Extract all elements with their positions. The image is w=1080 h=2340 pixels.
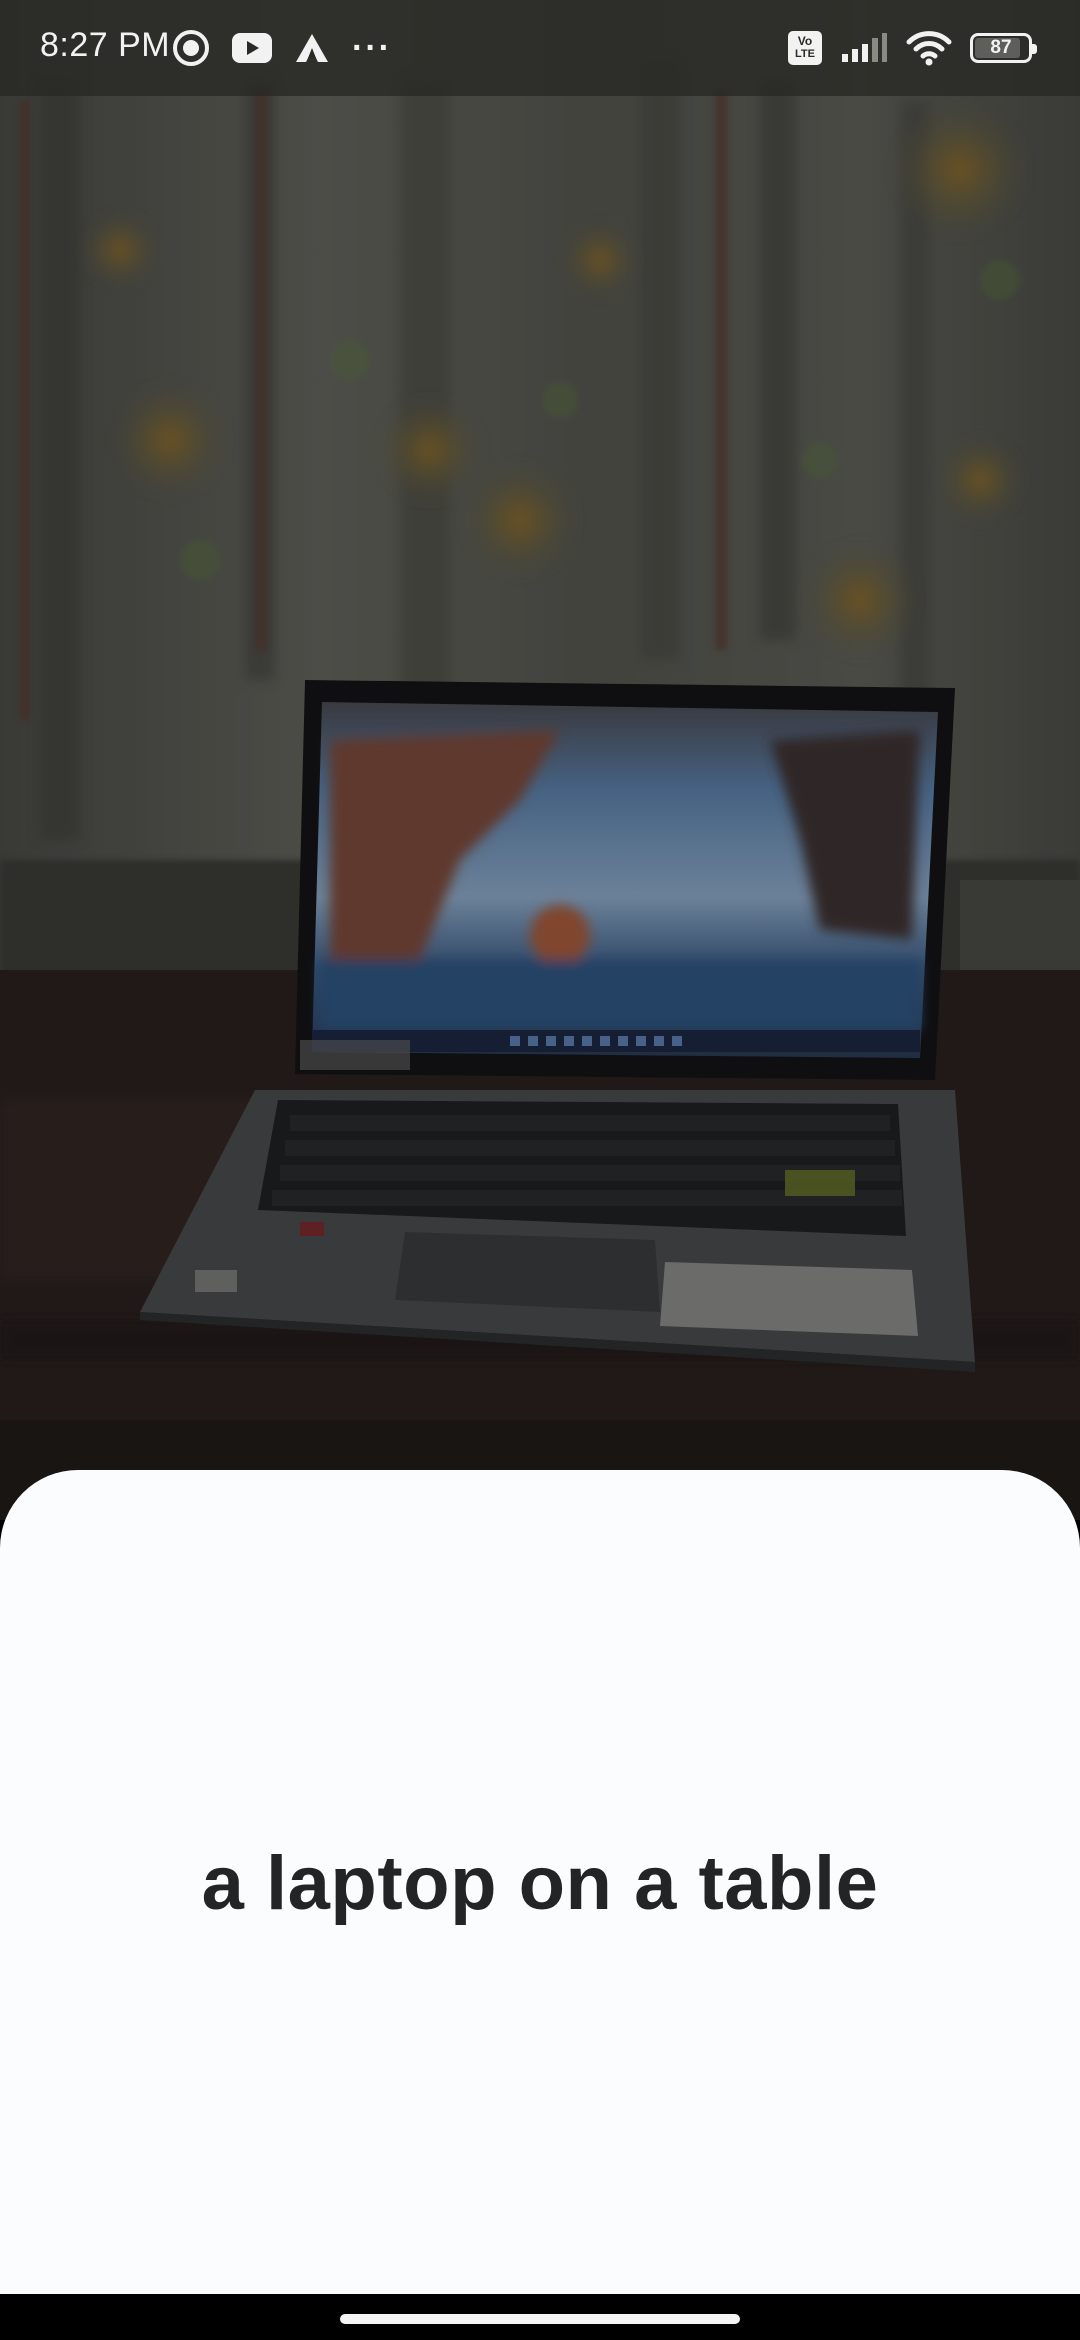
caption-text: a laptop on a table <box>201 1841 879 1926</box>
battery-icon: 87 <box>970 33 1037 63</box>
volte-line2: LTE <box>795 48 815 60</box>
caption-sheet: a laptop on a table <box>0 1470 1080 2294</box>
volte-line1: Vo <box>797 34 813 48</box>
volte-icon: Vo LTE <box>788 31 822 65</box>
record-icon <box>172 29 210 67</box>
system-icons: Vo LTE 87 <box>788 26 1037 70</box>
app-screen: 8:27 PM ··· Vo LTE 87 a laptop on a tabl… <box>0 0 1080 2340</box>
status-bar: 8:27 PM ··· Vo LTE 87 <box>0 0 1080 96</box>
notification-icons: ··· <box>172 26 392 70</box>
signal-icon <box>840 32 888 64</box>
status-time: 8:27 PM <box>40 26 171 64</box>
camera-preview <box>0 0 1080 1520</box>
axis-app-icon <box>294 32 330 64</box>
wifi-icon <box>906 30 952 66</box>
navigation-bar <box>0 2294 1080 2340</box>
youtube-icon <box>232 33 272 63</box>
home-indicator[interactable] <box>340 2314 740 2324</box>
more-notifications-icon: ··· <box>352 28 392 67</box>
battery-level: 87 <box>990 37 1012 58</box>
